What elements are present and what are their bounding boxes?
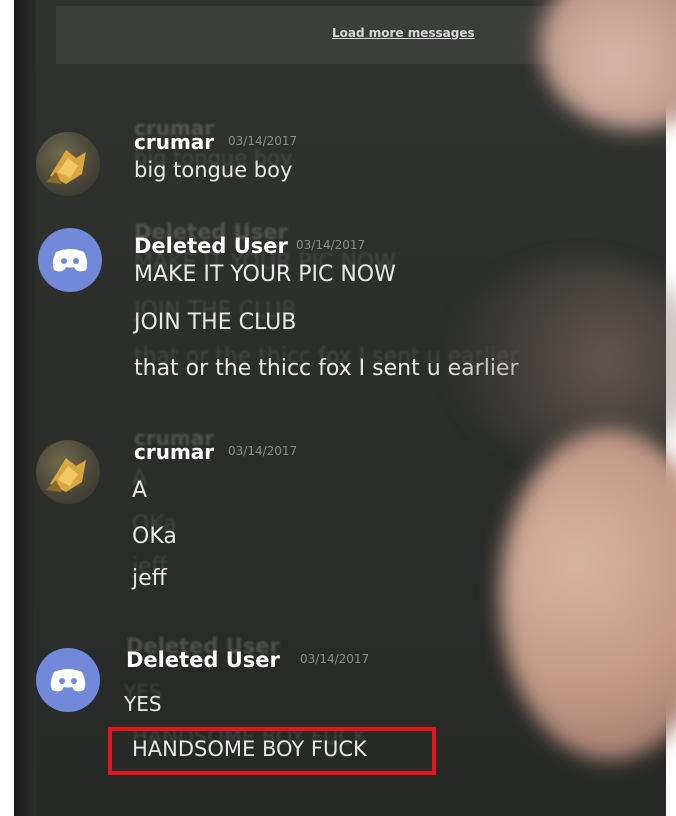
crumar-avatar-icon (46, 458, 86, 492)
avatar[interactable] (36, 648, 100, 712)
message-timestamp: 03/14/2017 (300, 652, 370, 666)
message-text: YES (124, 692, 162, 716)
message-timestamp: 03/14/2017 (228, 444, 298, 458)
message-username[interactable]: Deleted User (134, 234, 288, 258)
message-text: OKa (132, 524, 177, 549)
avatar[interactable] (36, 440, 100, 504)
crumar-avatar-icon (46, 150, 86, 184)
message-username[interactable]: crumar (134, 130, 214, 154)
message-timestamp: 03/14/2017 (296, 238, 366, 252)
message-username[interactable]: Deleted User (126, 648, 280, 672)
discord-logo-icon (52, 249, 88, 272)
avatar[interactable] (38, 228, 102, 292)
message-text: big tongue boy (134, 158, 293, 182)
load-more-link[interactable]: Load more messages (332, 26, 475, 40)
message-text: A (132, 478, 148, 503)
message-timestamp: 03/14/2017 (228, 134, 298, 148)
message-text: MAKE IT YOUR PIC NOW (134, 262, 396, 287)
highlight-box (108, 727, 436, 775)
message-text: JOIN THE CLUB (134, 310, 297, 335)
avatar[interactable] (36, 132, 100, 196)
message-text: jeff (132, 566, 167, 591)
discord-logo-icon (50, 669, 86, 692)
phone-bezel (14, 0, 36, 816)
photo-of-phone-screen: Load more messages crumar 03/14/2017 big… (0, 0, 676, 816)
message-username[interactable]: crumar (134, 440, 214, 464)
